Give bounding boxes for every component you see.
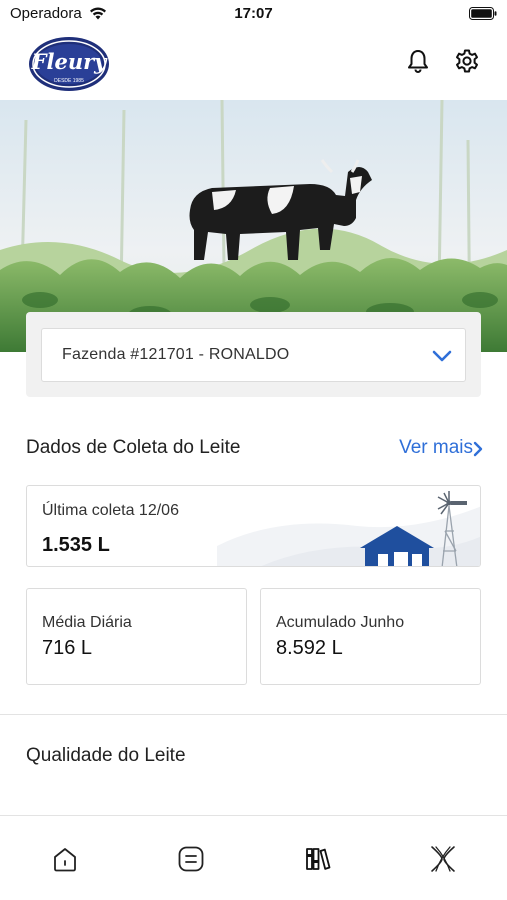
library-icon[interactable] [303,844,333,874]
section-divider [0,714,507,715]
milk-quality-title: Qualidade do Leite [26,745,186,766]
battery-icon [469,7,497,20]
svg-text:DESDE 1985: DESDE 1985 [54,78,84,84]
see-more-link[interactable]: Ver mais [399,437,473,459]
chevron-right-icon[interactable] [471,440,485,458]
farm-select[interactable]: Fazenda #121701 - RONALDO [41,328,466,382]
chevron-down-icon [432,350,452,362]
daily-average-value: 716 L [42,637,93,659]
last-collection-card[interactable]: Última coleta 12/06 1.535 L [26,485,481,567]
gear-icon[interactable] [454,48,480,74]
last-collection-label: Última coleta 12/06 [42,502,179,519]
app-header: Fleury DESDE 1985 [0,28,507,100]
daily-average-card[interactable]: Média Diária 716 L [26,588,247,685]
accumulated-value: 8.592 L [276,637,343,659]
barn-windmill-illustration [217,491,480,566]
bell-icon[interactable] [405,48,431,74]
svg-text:Fleury: Fleury [31,49,109,74]
home-icon[interactable] [50,844,80,874]
x-logo-icon[interactable] [428,844,458,874]
list-icon[interactable] [176,844,206,874]
accumulated-label: Acumulado Junho [276,614,405,631]
status-bar: Operadora 17:07 [0,0,507,28]
farm-select-value: Fazenda #121701 - RONALDO [62,346,290,363]
last-collection-value: 1.535 L [42,534,110,556]
milk-collection-title: Dados de Coleta do Leite [26,437,241,458]
accumulated-card[interactable]: Acumulado Junho 8.592 L [260,588,481,685]
fleury-logo[interactable]: Fleury DESDE 1985 [26,32,112,92]
daily-average-label: Média Diária [42,614,132,631]
tab-bar [0,815,507,900]
status-time: 17:07 [234,5,273,22]
farm-selector-card: Fazenda #121701 - RONALDO [26,312,481,397]
